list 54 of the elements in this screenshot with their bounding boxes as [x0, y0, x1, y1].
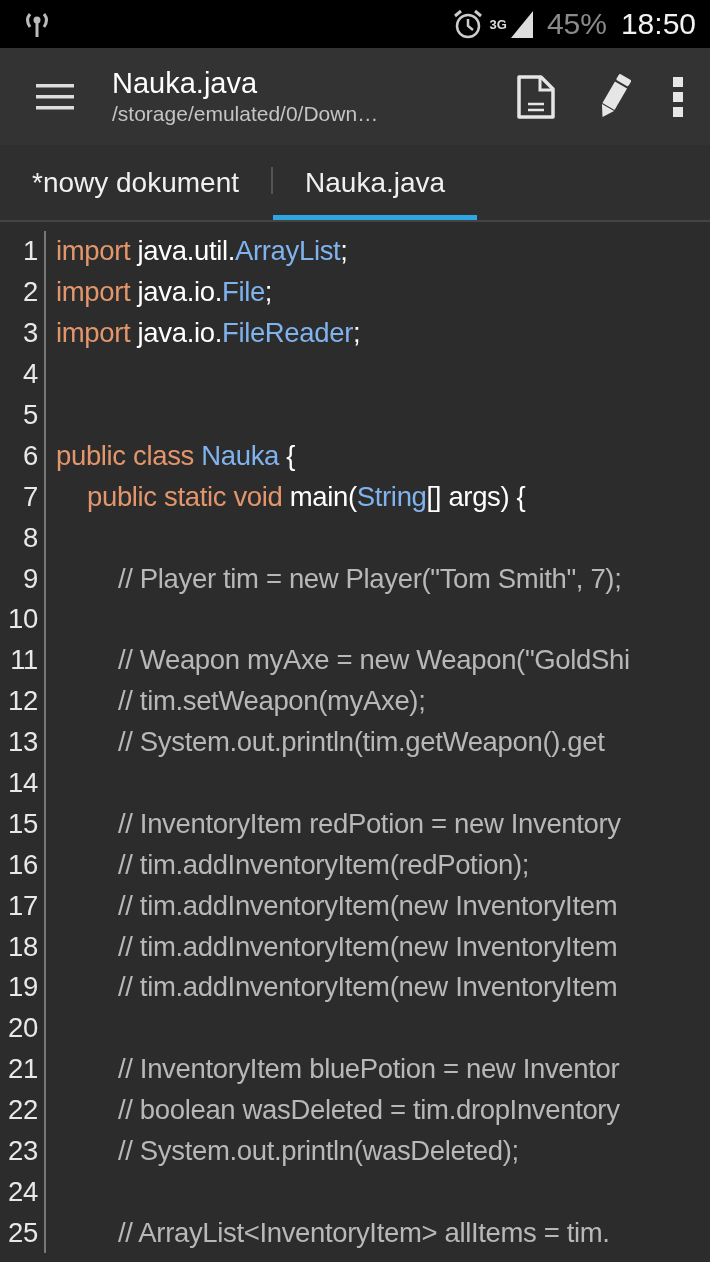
code-line: // boolean wasDeleted = tim.dropInventory — [118, 1094, 620, 1127]
code-line: // InventoryItem redPotion = new Inventory — [118, 807, 621, 840]
clock: 18:50 — [620, 7, 696, 41]
file-path: /storage/emulated/0/Down… — [112, 102, 380, 126]
line-number: 9 — [23, 562, 38, 595]
code-line: // tim.addInventoryItem(new InventoryItem — [118, 889, 618, 922]
signal-icon — [508, 9, 535, 39]
code-line: // System.out.println(wasDeleted); — [118, 1135, 519, 1168]
line-number: 16 — [8, 848, 38, 881]
line-number: 5 — [23, 399, 38, 431]
code-line: // tim.addInventoryItem(new InventoryItem — [118, 971, 618, 1004]
code-line: // tim.addInventoryItem(redPotion); — [118, 848, 530, 881]
line-number: 8 — [23, 521, 38, 554]
code-line: // tim.setWeapon(myAxe); — [118, 685, 426, 718]
more-options-icon[interactable] — [672, 76, 684, 117]
code-line: // ArrayList<InventoryItem> allItems = tim. — [118, 1216, 610, 1249]
code-line: public static void main(String[] args) { — [87, 480, 526, 513]
line-number: 17 — [8, 889, 38, 922]
line-number: 14 — [8, 767, 38, 799]
battery-level: 45% — [546, 7, 607, 41]
line-number: 23 — [8, 1135, 38, 1168]
tab[interactable]: *nowy dokument — [0, 145, 271, 220]
line-number: 10 — [8, 603, 38, 636]
line-number: 2 — [23, 276, 38, 309]
line-number: 18 — [8, 930, 38, 963]
line-number: 13 — [8, 726, 38, 759]
line-number: 1 — [23, 235, 38, 268]
code-line: // Weapon myAxe = new Weapon("GoldShi — [118, 644, 630, 677]
line-number: 11 — [10, 644, 38, 677]
line-number: 24 — [8, 1175, 38, 1208]
line-number: 6 — [23, 439, 38, 472]
line-number: 19 — [8, 971, 38, 1004]
alarm-icon — [451, 8, 484, 40]
code-line: import java.io.File; — [56, 276, 273, 309]
menu-icon[interactable] — [36, 83, 74, 110]
line-number: 15 — [8, 807, 38, 840]
line-number: 3 — [23, 317, 38, 350]
code-line: public class Nauka { — [56, 439, 296, 472]
line-number: 20 — [8, 1012, 38, 1045]
code-line: import java.io.FileReader; — [56, 317, 361, 350]
code-line: import java.util.ArrayList; — [56, 235, 348, 268]
line-number: 22 — [8, 1094, 38, 1127]
code-line: // Player tim = new Player("Tom Smith", 7); — [118, 562, 622, 595]
code-line: // System.out.println(tim.getWeapon().get — [118, 726, 605, 759]
file-title: Nauka.java — [112, 67, 259, 100]
line-number: 4 — [23, 358, 38, 391]
code-line: // tim.addInventoryItem(new InventoryItem — [118, 930, 618, 963]
line-number: 25 — [8, 1216, 38, 1249]
code-line: // InventoryItem bluePotion = new Inventor — [118, 1053, 620, 1086]
document-icon[interactable] — [516, 73, 556, 120]
network-type: 3G — [489, 17, 507, 32]
line-number: 12 — [8, 685, 38, 718]
line-number: 21 — [8, 1053, 38, 1086]
line-number: 7 — [23, 480, 38, 513]
